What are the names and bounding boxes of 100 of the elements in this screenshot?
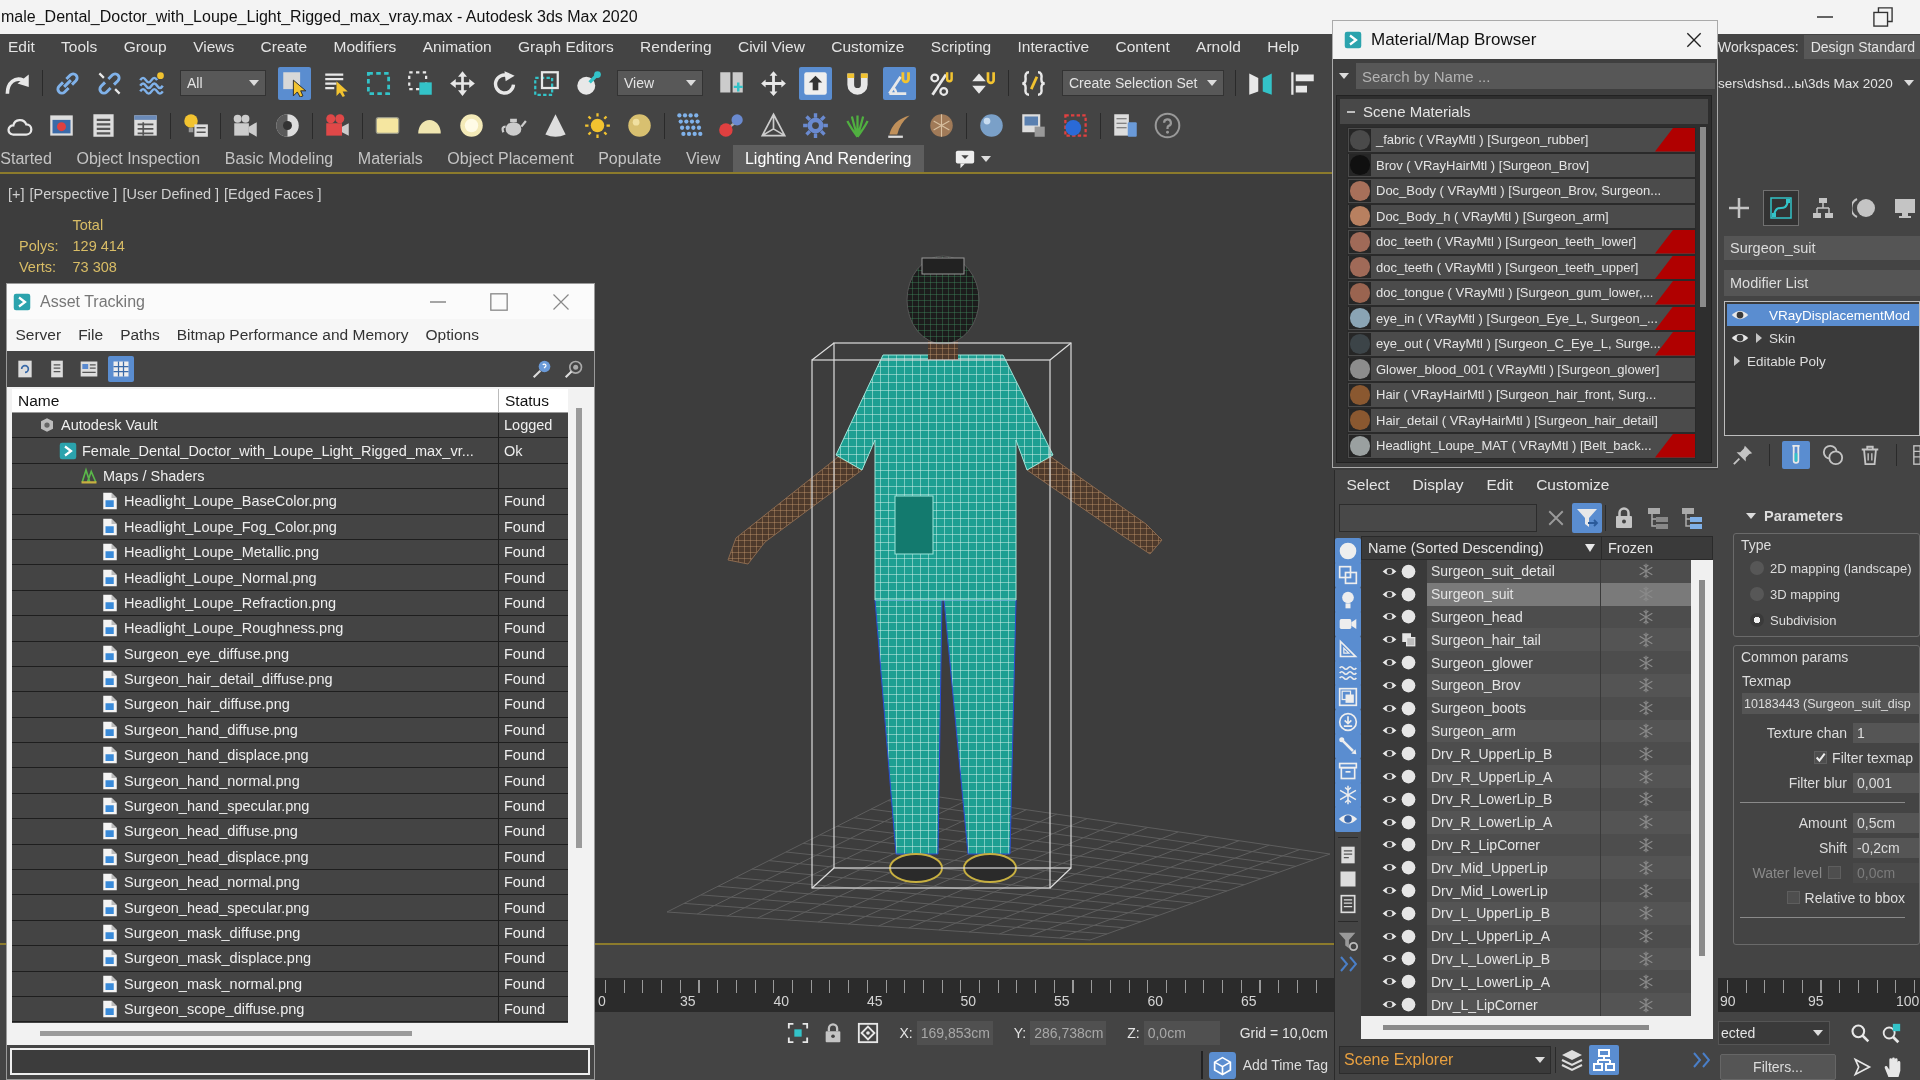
asset-row[interactable]: Surgeon_hand_diffuse.png Found: [12, 717, 568, 744]
tree-boxes-icon[interactable]: [1680, 506, 1704, 530]
snowflake-icon[interactable]: [1638, 973, 1654, 990]
align-bars-icon[interactable]: [1289, 69, 1317, 97]
tree-boxes-icon[interactable]: [1646, 506, 1670, 530]
material-row[interactable]: eye_out ( VRayMtl ) [Surgeon_C_Eye_L, Surge...: [1347, 331, 1696, 357]
workspace-dropdown[interactable]: Design Standard: [1803, 35, 1920, 59]
ribbon-tab[interactable]: Object Placement: [435, 145, 586, 172]
document-icon[interactable]: [1338, 845, 1358, 866]
image-window-icon[interactable]: [1020, 112, 1047, 139]
glossy-sphere-icon[interactable]: [978, 112, 1005, 139]
sort-triangle-icon[interactable]: [1585, 544, 1595, 552]
add-time-tag-button[interactable]: Add Time Tag: [1200, 1051, 1328, 1079]
input-field[interactable]: [10, 1048, 590, 1075]
matte-sphere-icon[interactable]: [626, 112, 653, 139]
menu-item[interactable]: Arnold: [1182, 38, 1255, 56]
picture-list-icon[interactable]: [79, 359, 99, 379]
radio-label[interactable]: 3D mapping: [1770, 586, 1841, 602]
object-name-field[interactable]: Surgeon_suit: [1724, 236, 1920, 260]
column-header[interactable]: Frozen: [1601, 537, 1712, 559]
asset-row[interactable]: Headlight_Loupe_Normal.png Found: [12, 565, 568, 591]
cursor-square-icon[interactable]: [278, 66, 311, 100]
menu-item[interactable]: Create: [247, 38, 321, 56]
offset-squares-icon[interactable]: [533, 69, 560, 97]
furry-ball-icon[interactable]: [928, 112, 955, 139]
circle-icon[interactable]: [1852, 196, 1876, 220]
menu-item[interactable]: Server: [7, 326, 70, 344]
explorer-dropdown[interactable]: Scene Explorer: [1339, 1045, 1551, 1074]
asset-row[interactable]: Surgeon_scope_diffuse.png Found: [12, 997, 568, 1023]
cone-icon[interactable]: [542, 112, 569, 139]
asset-row[interactable]: Surgeon_mask_diffuse.png Found: [12, 920, 568, 947]
scrollbar-thumb[interactable]: [1699, 580, 1705, 956]
pin-icon[interactable]: [1732, 444, 1754, 466]
asset-row[interactable]: Surgeon_hand_displace.png Found: [12, 743, 568, 769]
needle-icon[interactable]: [1335, 733, 1361, 760]
ribbon-tab[interactable]: Populate: [585, 145, 674, 172]
asset-row[interactable]: Surgeon_head_specular.png Found: [12, 895, 568, 921]
number-field[interactable]: 0,5cm: [1853, 812, 1919, 833]
snowflake-icon[interactable]: [1638, 836, 1654, 853]
document-phone-icon[interactable]: [1112, 112, 1139, 139]
object-row[interactable]: Drv_Mid_UpperLip: [1361, 856, 1691, 880]
movie-camera-icon[interactable]: [324, 112, 351, 139]
menu-item[interactable]: Select: [1335, 476, 1402, 494]
asset-row[interactable]: Headlight_Loupe_Metallic.png Found: [12, 539, 568, 566]
asset-row[interactable]: Surgeon_hair_diffuse.png Found: [12, 692, 568, 718]
checkbox-label[interactable]: Relative to bbox: [1804, 889, 1905, 906]
ribbon-tab[interactable]: Object Inspection: [64, 145, 213, 172]
close-icon[interactable]: [1686, 32, 1702, 48]
viewport-label[interactable]: [User Defined ]: [122, 186, 220, 202]
filter-icon[interactable]: [1572, 503, 1602, 533]
menu-item[interactable]: Scripting: [917, 38, 1005, 56]
asset-row[interactable]: Surgeon_head_diffuse.png Found: [12, 819, 568, 845]
caret-icon[interactable]: [1207, 80, 1218, 86]
time-ruler[interactable]: 90 95 100: [1718, 978, 1920, 1012]
table-grid-icon[interactable]: [108, 356, 134, 382]
magnifier-icon[interactable]: [1850, 1023, 1870, 1043]
object-row[interactable]: Drv_Mid_LowerLip: [1361, 879, 1691, 902]
asset-row[interactable]: Maps / Shaders: [12, 463, 568, 490]
hierarchy-boxes-icon[interactable]: [1811, 196, 1835, 220]
number-field[interactable]: -0,2cm: [1853, 837, 1919, 858]
monitor-icon[interactable]: [1893, 196, 1917, 220]
dropdown[interactable]: Create Selection Set: [1062, 70, 1225, 96]
trash-can-icon[interactable]: [1859, 444, 1881, 466]
menu-item[interactable]: Options: [417, 326, 488, 344]
menu-item[interactable]: Paths: [111, 326, 169, 344]
object-row[interactable]: Drv_R_LowerLip_B: [1361, 787, 1691, 811]
caret-icon[interactable]: [1535, 1056, 1545, 1063]
menu-item[interactable]: Graph Editors: [504, 38, 627, 56]
move-arrows-icon[interactable]: [449, 69, 476, 97]
material-row[interactable]: Brov ( VRayHairMtl ) [Surgeon_Brov]: [1347, 152, 1696, 178]
snowflake-icon[interactable]: [1638, 609, 1654, 625]
dashed-square-icon[interactable]: [365, 69, 392, 97]
material-row[interactable]: doc_tongue ( VRayMtl ) [Surgeon_gum_lower,...: [1347, 280, 1696, 306]
test-tube-icon[interactable]: [1782, 441, 1810, 469]
menu-item[interactable]: Group: [110, 38, 180, 56]
hierarchy-icon[interactable]: [1589, 1044, 1619, 1075]
asset-row[interactable]: Surgeon_head_displace.png Found: [12, 844, 568, 871]
viewport-label[interactable]: [Perspective ]: [29, 186, 118, 202]
asset-row[interactable]: Autodesk Vault Logged: [12, 413, 568, 439]
asset-row[interactable]: Headlight_Loupe_Roughness.png Found: [12, 616, 568, 642]
project-path-dropdown[interactable]: sers\dshsd...ы\3ds Max 2020: [1718, 75, 1920, 91]
half-circle-icon[interactable]: [274, 112, 301, 139]
snowflake-icon[interactable]: [1638, 791, 1654, 808]
clear-icon[interactable]: [1547, 509, 1565, 527]
overlapping-circles-icon[interactable]: [1822, 444, 1844, 466]
ribbon-tab[interactable]: Lighting And Rendering: [732, 145, 924, 172]
list-window-icon[interactable]: [90, 112, 117, 139]
snowflake-icon[interactable]: [1638, 928, 1654, 945]
camera-icon[interactable]: [232, 112, 259, 139]
object-row[interactable]: Drv_L_UpperLip_A: [1361, 924, 1691, 948]
ribbon-tab[interactable]: Materials: [345, 145, 435, 172]
object-row[interactable]: Surgeon_glower: [1361, 651, 1691, 674]
object-row[interactable]: Drv_R_LowerLip_A: [1361, 810, 1691, 834]
menu-item[interactable]: Customize: [818, 38, 918, 56]
object-row[interactable]: Surgeon_Brov: [1361, 674, 1691, 697]
gear-icon[interactable]: [802, 112, 829, 139]
blank-square-icon[interactable]: [1338, 869, 1358, 890]
help-icon[interactable]: [1154, 112, 1181, 139]
ribbon-tab[interactable]: Started: [0, 145, 65, 172]
refresh-page-icon[interactable]: [15, 359, 35, 379]
